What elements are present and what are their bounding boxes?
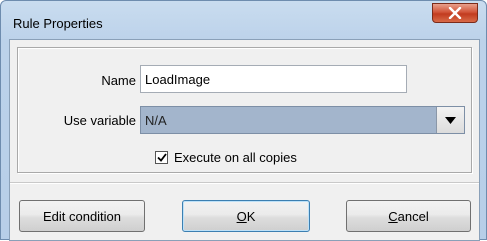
chevron-down-icon <box>445 116 456 124</box>
dropdown-button[interactable] <box>436 107 464 133</box>
properties-group: Name Use variable N/A Execute on all cop… <box>17 47 472 173</box>
ok-mnemonic: O <box>236 208 247 224</box>
ok-button[interactable]: OK <box>182 200 310 232</box>
execute-on-all-copies-row[interactable]: Execute on all copies <box>155 149 297 165</box>
separator <box>10 182 479 184</box>
dialog-content: Name Use variable N/A Execute on all cop… <box>9 39 480 241</box>
rule-properties-dialog: Rule Properties Name Use variable N/A <box>0 0 487 241</box>
check-icon <box>156 152 167 162</box>
close-button[interactable] <box>432 3 478 23</box>
cancel-button[interactable]: Cancel <box>346 200 471 232</box>
edit-condition-button[interactable]: Edit condition <box>19 200 145 232</box>
close-icon <box>448 7 462 19</box>
cancel-mnemonic: C <box>388 208 398 224</box>
execute-on-all-copies-label: Execute on all copies <box>174 149 297 165</box>
use-variable-value: N/A <box>145 113 167 128</box>
name-input[interactable] <box>140 65 407 93</box>
cancel-label-rest: ancel <box>397 208 429 224</box>
use-variable-select[interactable]: N/A <box>140 106 465 134</box>
name-label: Name <box>101 73 136 88</box>
ok-label-rest: K <box>246 208 256 224</box>
window-title: Rule Properties <box>13 16 103 31</box>
execute-on-all-copies-checkbox[interactable] <box>155 150 168 164</box>
use-variable-label: Use variable <box>63 113 136 128</box>
